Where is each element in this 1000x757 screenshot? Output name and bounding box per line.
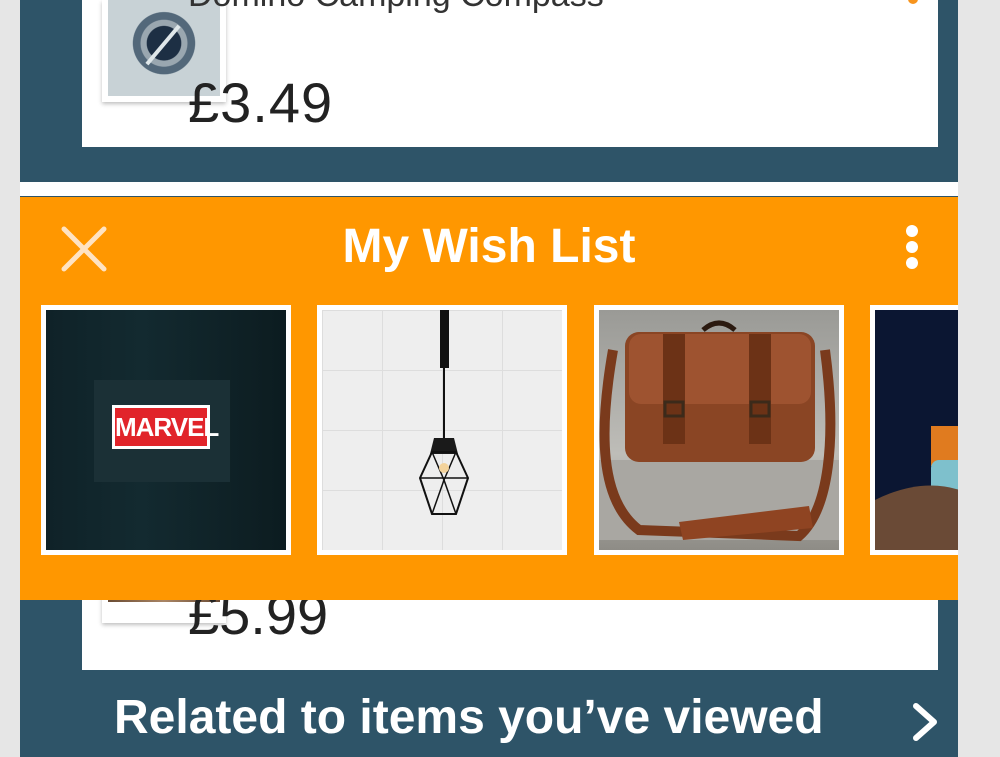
app-screen: Domino Camping Compass £3.49 £5.99 Relat… [20,0,958,757]
wish-list-title: My Wish List [342,220,636,273]
wish-list-panel: My Wish List MARVEL [20,197,958,600]
wish-item-lamp[interactable] [317,305,567,555]
chevron-right-icon[interactable] [908,700,942,744]
product-price: £3.49 [188,71,334,134]
indicator-dot [908,0,918,4]
compass-needle [145,24,181,66]
wish-item-marvel[interactable]: MARVEL [41,305,291,555]
section-divider [20,182,958,196]
cup-image [875,310,958,550]
product-card-2[interactable]: £5.99 [82,570,938,670]
product-title[interactable]: Domino Camping Compass [188,0,604,15]
pendant-lamp-image [322,310,562,550]
more-vertical-icon[interactable] [900,223,924,271]
wish-item-bag[interactable] [594,305,844,555]
bag-drawing [599,320,839,542]
marvel-logo: MARVEL [112,405,219,449]
product-card[interactable]: Domino Camping Compass £3.49 [82,0,938,147]
leather-bag-image [599,310,839,550]
cup-drawing [875,426,958,550]
marvel-sign-image: MARVEL [46,310,286,550]
related-heading[interactable]: Related to items you’ve viewed [114,690,824,745]
wish-item-cup[interactable] [870,305,958,555]
lamp-drawing [418,310,470,515]
